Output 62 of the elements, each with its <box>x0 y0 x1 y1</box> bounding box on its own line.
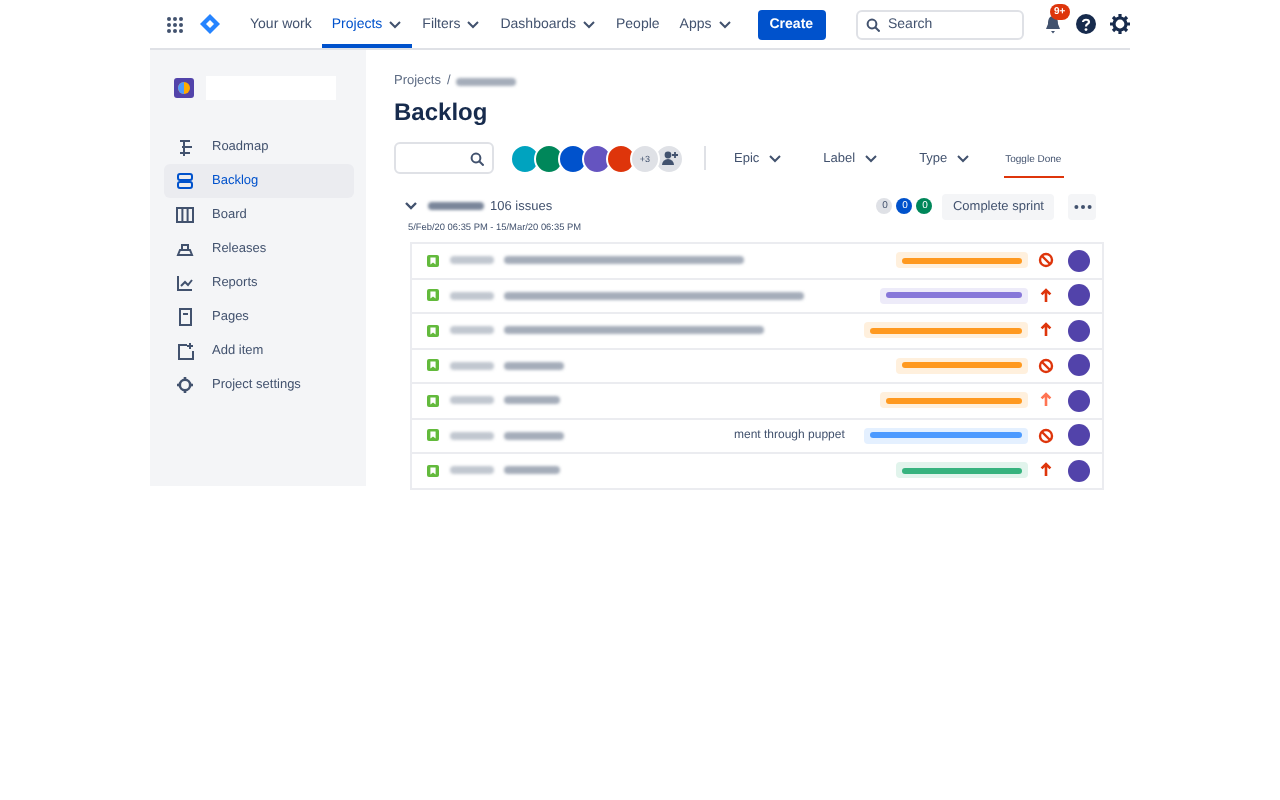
blurred-text <box>450 291 494 300</box>
member-avatar[interactable] <box>510 143 540 173</box>
assignee-avatar <box>1068 354 1090 377</box>
story-icon <box>426 428 440 443</box>
page-icon <box>176 308 194 326</box>
story-icon <box>426 323 440 338</box>
blurred-text <box>504 431 564 440</box>
caret-icon[interactable] <box>388 18 403 30</box>
gear-icon <box>176 376 194 394</box>
blurred-text <box>504 396 560 405</box>
columns-icon <box>176 206 194 224</box>
more-icon[interactable] <box>1073 203 1091 209</box>
help-icon[interactable] <box>1076 14 1096 34</box>
settings-icon[interactable] <box>1110 14 1130 34</box>
assignee-avatar <box>1068 424 1090 447</box>
logo-icon[interactable] <box>200 14 220 34</box>
caret-icon[interactable] <box>955 152 970 164</box>
assignee-avatar <box>1068 459 1090 482</box>
project-avatar-icon <box>174 78 194 98</box>
chevron-icon[interactable] <box>404 200 418 212</box>
assignee-avatar <box>1068 249 1090 272</box>
caret-icon[interactable] <box>717 18 732 30</box>
blurred-text <box>450 466 494 475</box>
blurred-text <box>504 466 560 475</box>
assignee-avatar <box>1068 319 1090 342</box>
member-avatar[interactable] <box>558 143 588 173</box>
member-avatar[interactable] <box>606 143 636 173</box>
assignee-avatar <box>1068 284 1090 307</box>
story-icon <box>426 358 440 373</box>
line-chart-icon <box>176 274 194 292</box>
blurred-text <box>456 77 517 85</box>
blurred-text <box>504 361 564 370</box>
story-icon <box>426 393 440 408</box>
notifications-icon[interactable] <box>1044 14 1062 34</box>
roadmap-icon <box>176 138 194 156</box>
app-switcher-icon[interactable] <box>166 15 184 33</box>
blurred-text <box>450 256 494 265</box>
story-icon <box>426 253 440 268</box>
blurred-text <box>450 396 494 405</box>
blurred-text <box>450 326 494 335</box>
search-icon <box>470 151 484 165</box>
assignee-avatar <box>1068 389 1090 412</box>
add-member-button[interactable] <box>654 143 684 173</box>
blurred-text <box>450 361 494 370</box>
blurred-text <box>450 431 494 440</box>
stacked-bars-icon <box>176 172 194 190</box>
member-avatar[interactable] <box>534 143 564 173</box>
member-avatar[interactable] <box>582 143 612 173</box>
story-icon <box>426 463 440 478</box>
search-field[interactable] <box>394 142 494 174</box>
add-person-icon[interactable] <box>661 150 677 166</box>
caret-icon[interactable] <box>767 152 782 164</box>
search-icon <box>866 17 880 31</box>
more-button[interactable] <box>1068 193 1096 219</box>
story-icon <box>426 288 440 303</box>
add-item-icon <box>176 342 194 360</box>
blurred-text <box>428 202 484 210</box>
ship-icon <box>176 240 194 258</box>
caret-icon[interactable] <box>581 18 596 30</box>
caret-icon[interactable] <box>863 152 878 164</box>
caret-icon[interactable] <box>466 18 481 30</box>
page-title: Backlog <box>394 98 490 128</box>
